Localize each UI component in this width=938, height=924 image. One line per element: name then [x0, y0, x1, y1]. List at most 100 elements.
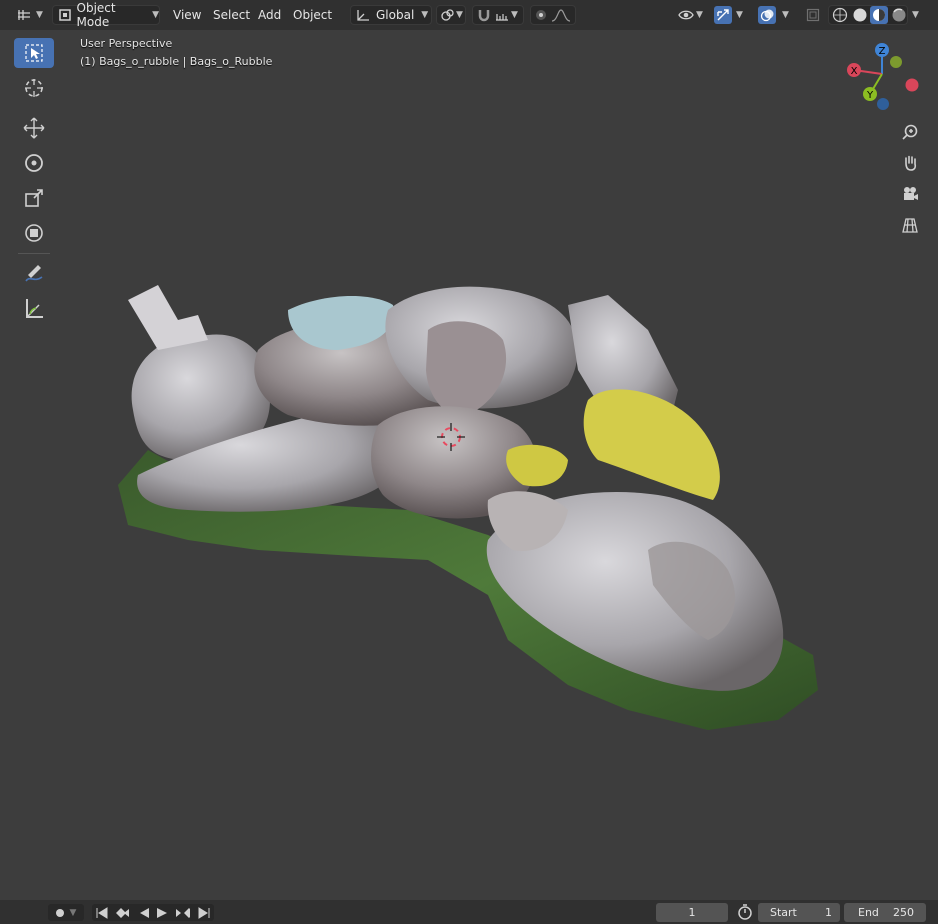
magnet-icon: [478, 10, 490, 22]
transform-icon: [25, 224, 43, 242]
cursor-icon: [25, 79, 43, 97]
menu-object[interactable]: Object: [287, 5, 338, 25]
rotate-tool[interactable]: [14, 148, 54, 178]
record-icon: [55, 908, 64, 917]
proportional-edit-icon: [536, 10, 546, 20]
cursor-tool[interactable]: [14, 73, 54, 103]
menu-view[interactable]: View: [167, 5, 207, 25]
proportional-editing[interactable]: [530, 5, 576, 25]
solid-shading-icon[interactable]: [851, 6, 869, 24]
pivot-point-select[interactable]: ▼: [436, 5, 466, 25]
snap-toggle[interactable]: ▼: [472, 5, 524, 25]
chevron-down-icon: ▼: [36, 10, 43, 20]
rotate-icon: [25, 154, 43, 172]
zoom-button[interactable]: [896, 118, 924, 146]
chevron-down-icon: ▼: [511, 10, 518, 20]
camera-icon: [904, 187, 918, 200]
viewport-header: ▼ Object Mode ▼ View Select Add Object G…: [0, 0, 938, 30]
timeline-bar: ▼ 1 Start 1 End 250: [0, 900, 938, 924]
3d-viewport[interactable]: User Perspective (1) Bags_o_rubble | Bag…: [8, 30, 938, 896]
transform-tool[interactable]: [14, 218, 54, 248]
prev-keyframe-icon[interactable]: [115, 907, 131, 919]
orientation-icon: [357, 10, 369, 21]
chevron-down-icon: ▼: [152, 10, 159, 20]
select-box-icon: [25, 44, 43, 62]
playback-controls: [92, 904, 214, 921]
chevron-down-icon: ▼: [421, 10, 429, 20]
eye-icon: [678, 10, 694, 20]
chevron-down-icon: ▼: [736, 10, 743, 20]
toolbar-divider: [18, 253, 50, 254]
gizmo-toggle[interactable]: ▼: [714, 5, 750, 25]
3d-cursor-icon: [437, 423, 465, 451]
select-box-tool[interactable]: [14, 38, 54, 68]
jump-end-icon[interactable]: [197, 906, 211, 919]
overlays-icon: [758, 6, 776, 24]
chevron-down-icon: ▼: [456, 10, 463, 20]
play-icon[interactable]: [156, 907, 168, 919]
visibility-select[interactable]: ▼: [678, 5, 710, 25]
pivot-icon: [441, 9, 454, 21]
shading-modes[interactable]: [828, 5, 908, 25]
scale-tool[interactable]: [14, 183, 54, 213]
end-value: 250: [893, 906, 914, 919]
chevron-down-icon: ▼: [696, 10, 703, 20]
current-frame-field[interactable]: 1: [656, 903, 728, 922]
perspective-grid-icon: [902, 218, 918, 233]
ruler-icon: [26, 299, 43, 318]
falloff-curve-icon: [551, 9, 571, 22]
xray-toggle[interactable]: [806, 5, 824, 25]
object-info: (1) Bags_o_rubble | Bags_o_Rubble: [80, 55, 273, 68]
material-preview-shading-icon[interactable]: [870, 6, 888, 24]
axis-y-label: Y: [866, 90, 874, 101]
shading-options-button[interactable]: ▼: [910, 5, 926, 25]
next-keyframe-icon[interactable]: [174, 907, 191, 919]
view-name: User Perspective: [80, 37, 173, 50]
scale-icon: [25, 189, 43, 207]
camera-view-button[interactable]: [896, 180, 924, 208]
chevron-down-icon: ▼: [69, 907, 77, 918]
xray-icon: [806, 8, 820, 22]
measure-tool[interactable]: [14, 293, 54, 323]
perspective-toggle-button[interactable]: [896, 211, 924, 239]
menu-select[interactable]: Select: [207, 5, 256, 25]
overlays-toggle[interactable]: ▼: [758, 5, 798, 25]
chevron-down-icon: ▼: [912, 10, 919, 20]
gizmo-icon: [714, 6, 732, 24]
move-icon: [23, 117, 45, 139]
play-reverse-icon[interactable]: [138, 907, 150, 919]
end-label: End: [858, 906, 879, 919]
hand-icon: [905, 155, 917, 171]
wireframe-shading-icon[interactable]: [831, 6, 849, 24]
scene-mesh[interactable]: [8, 30, 938, 896]
start-value: 1: [825, 906, 832, 919]
zoom-icon: [902, 124, 918, 140]
rendered-shading-icon[interactable]: [890, 6, 908, 24]
transform-orientation-select[interactable]: Global ▼: [350, 5, 432, 25]
editor-type-button[interactable]: ▼: [16, 5, 46, 25]
end-frame-field[interactable]: End 250: [844, 903, 926, 922]
grid-icon: [18, 10, 30, 20]
mode-select[interactable]: Object Mode ▼: [52, 1, 160, 29]
annotate-pencil-icon: [25, 265, 43, 282]
menu-add[interactable]: Add: [252, 5, 287, 25]
axis-neg-x-icon[interactable]: [905, 78, 919, 92]
axis-neg-y-icon[interactable]: [890, 56, 902, 68]
axis-neg-z-icon[interactable]: [877, 98, 889, 110]
mode-label: Object Mode: [76, 1, 116, 29]
start-label: Start: [770, 906, 797, 919]
start-frame-field[interactable]: Start 1: [758, 903, 840, 922]
snap-increment-icon: [496, 14, 508, 21]
object-mode-icon: [59, 9, 71, 21]
axis-z-label: Z: [879, 46, 886, 57]
navigation-gizmo[interactable]: Z X Y: [842, 42, 922, 122]
jump-start-icon[interactable]: [95, 906, 109, 919]
orientation-label: Global: [376, 8, 415, 22]
chevron-down-icon: ▼: [782, 10, 789, 20]
axis-x-label: X: [851, 66, 858, 77]
stopwatch-icon[interactable]: [736, 903, 754, 921]
keyframe-record-button[interactable]: ▼: [48, 904, 84, 921]
pan-button[interactable]: [896, 149, 924, 177]
move-tool[interactable]: [14, 113, 54, 143]
annotate-tool[interactable]: [14, 258, 54, 288]
